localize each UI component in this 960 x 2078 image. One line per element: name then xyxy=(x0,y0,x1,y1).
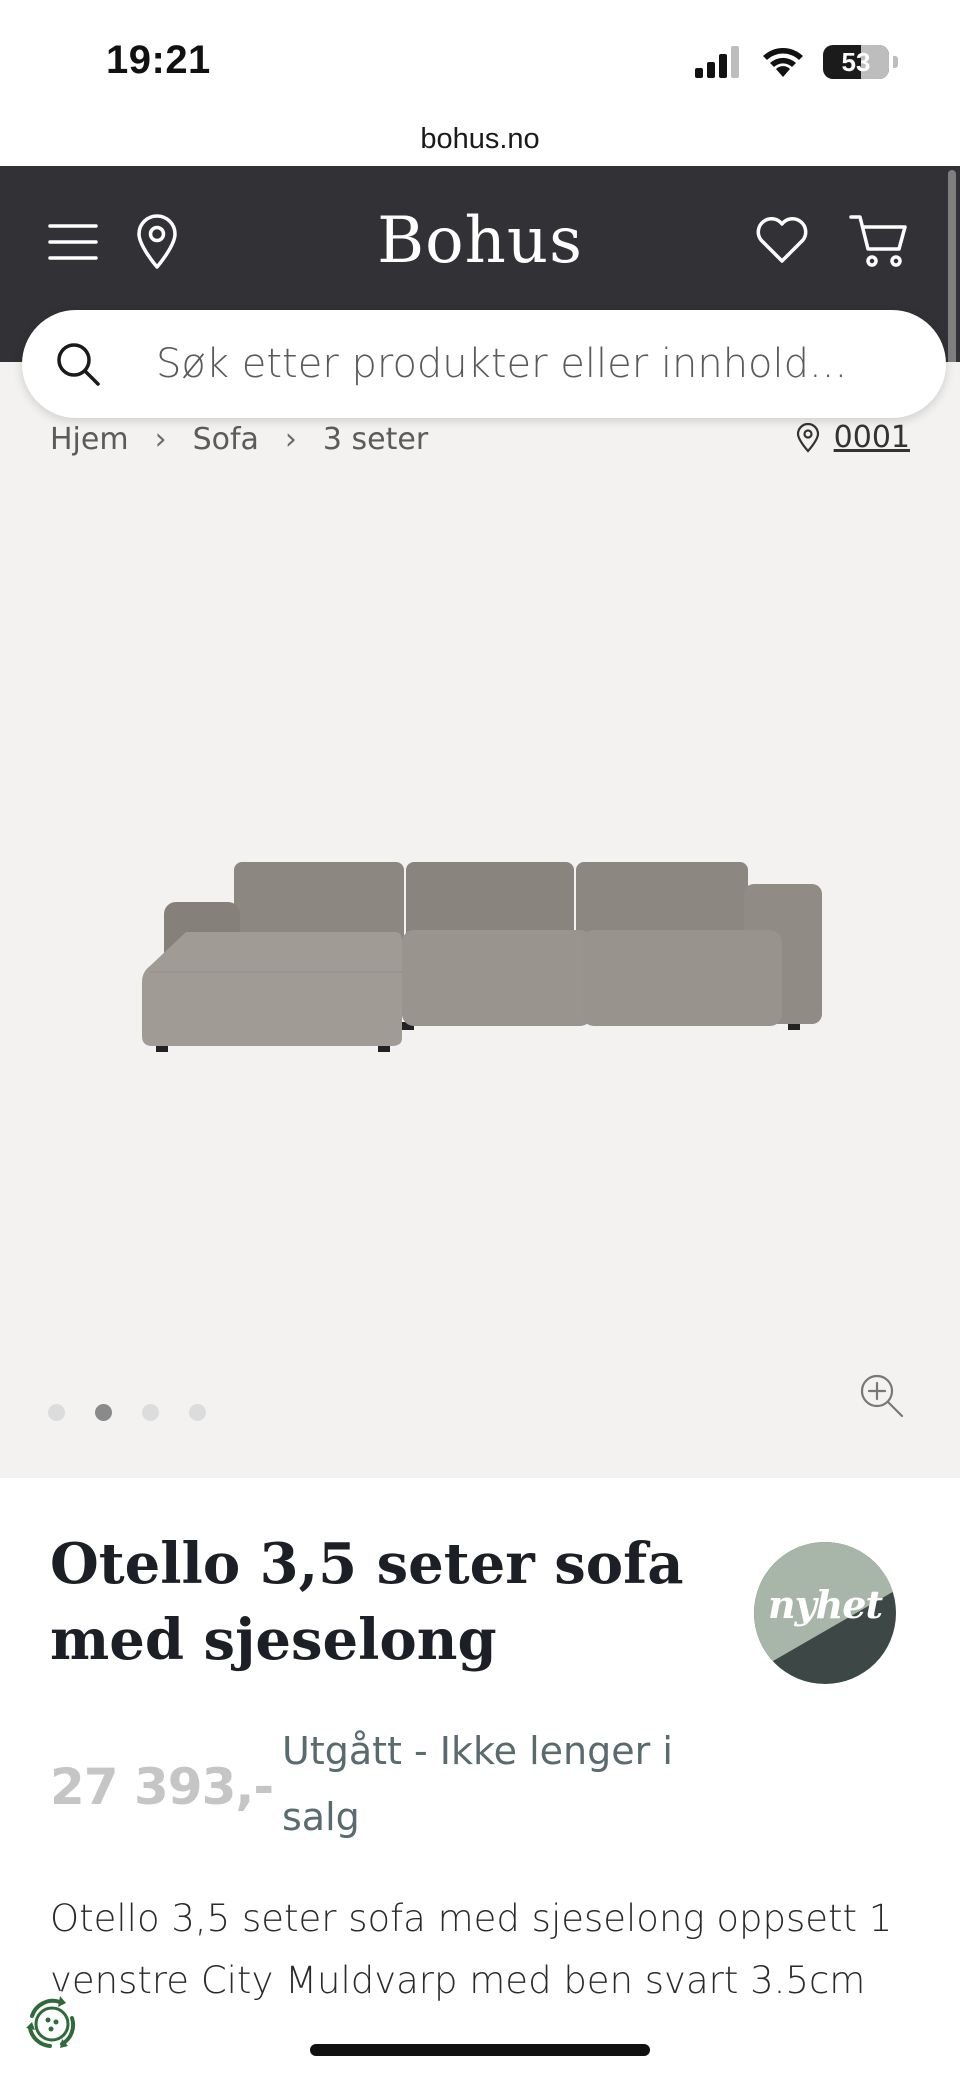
availability-status: Utgått - Ikke lenger i salg xyxy=(282,1729,673,1839)
home-indicator[interactable] xyxy=(310,2044,650,2056)
search-input[interactable]: Søk etter produkter eller innhold... xyxy=(156,341,847,387)
gallery-dot[interactable] xyxy=(48,1404,65,1421)
sofa-product-image[interactable] xyxy=(130,832,830,1062)
gallery-pagination xyxy=(48,1404,206,1421)
breadcrumb-item-sofa[interactable]: Sofa xyxy=(193,422,259,457)
cart-icon[interactable] xyxy=(848,212,910,270)
product-description: Otello 3,5 seter sofa med sjeselong opps… xyxy=(50,1897,893,2002)
status-bar: 19:21 53 xyxy=(0,0,960,112)
new-badge: nyhet xyxy=(754,1542,896,1684)
product-price: 27 393,- xyxy=(50,1758,274,1816)
wifi-icon xyxy=(763,48,803,77)
gallery-dot[interactable] xyxy=(189,1404,206,1421)
badge-label: nyhet xyxy=(767,1582,883,1627)
recycle-icon[interactable] xyxy=(18,1990,86,2058)
zoom-in-icon[interactable] xyxy=(858,1372,904,1418)
heart-icon[interactable] xyxy=(754,212,810,268)
battery-icon: 53 xyxy=(823,45,889,79)
gallery-dot[interactable] xyxy=(142,1404,159,1421)
store-number[interactable]: 0001 xyxy=(834,420,910,455)
store-selector[interactable]: 0001 xyxy=(796,420,910,455)
battery-tip xyxy=(893,56,898,68)
battery-level: 53 xyxy=(841,46,871,77)
location-pin-icon xyxy=(796,422,819,453)
status-time: 19:21 xyxy=(106,38,211,82)
search-icon[interactable] xyxy=(54,340,102,388)
cellular-signal-icon xyxy=(695,46,739,78)
product-gallery[interactable]: Hjem › Sofa › 3 seter 0001 xyxy=(0,362,960,1478)
chevron-right-icon: › xyxy=(284,422,297,457)
chevron-right-icon: › xyxy=(154,422,167,457)
brand-logo[interactable]: Bohus xyxy=(0,204,960,278)
gallery-dot-active[interactable] xyxy=(95,1404,112,1421)
search-bar[interactable]: Søk etter produkter eller innhold... xyxy=(22,310,946,418)
breadcrumb-item-3-seter[interactable]: 3 seter xyxy=(323,422,428,457)
breadcrumb-item-home[interactable]: Hjem xyxy=(50,422,129,457)
breadcrumb: Hjem › Sofa › 3 seter xyxy=(50,422,428,457)
product-title: Otello 3,5 seter sofa med sjeselong xyxy=(50,1531,684,1673)
status-icons: 53 xyxy=(695,42,898,82)
browser-url[interactable]: bohus.no xyxy=(0,112,960,166)
